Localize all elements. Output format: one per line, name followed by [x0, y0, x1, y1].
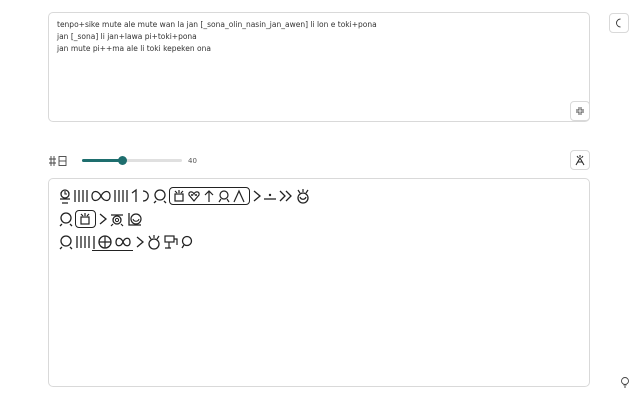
glyph-sike: [74, 190, 88, 202]
glyph-wan: [131, 188, 137, 202]
input-textarea[interactable]: tenpo+sike mute ale mute wan la jan [_so…: [48, 12, 590, 122]
slider-fill: [82, 159, 122, 162]
glyph-li: [99, 213, 108, 225]
font-size-slider[interactable]: [82, 154, 182, 168]
glyph-ona: [181, 235, 193, 249]
output-line: [58, 209, 145, 229]
pi-phrase: [92, 233, 133, 251]
glyph-tenpo: [60, 189, 70, 204]
glyph-toki-pona: [297, 189, 309, 204]
theme-toggle-button[interactable]: [609, 13, 629, 33]
name-cartouche: [169, 187, 250, 205]
glyph-jan: [153, 189, 167, 204]
glyph-pi: [93, 235, 95, 249]
glyph-jan-lawa: [110, 214, 124, 227]
font-size-value: 40: [188, 157, 197, 165]
glyph-e: [279, 190, 292, 202]
glyph-mute: [76, 236, 90, 248]
output-display: [48, 178, 590, 387]
style-toggle-icon: [575, 155, 585, 166]
glyph-jan: [59, 212, 73, 227]
input-line: jan mute pi++ma ale li toki kepeken ona: [57, 44, 211, 53]
glyph-ale: [115, 237, 131, 246]
font-size-icon: [49, 156, 67, 166]
glyph-la: [142, 190, 149, 202]
glyph-jan: [59, 235, 73, 250]
lightbulb-icon[interactable]: [619, 376, 631, 388]
glyph-li: [253, 190, 262, 202]
collapse-icon: [576, 107, 584, 115]
moon-icon: [616, 18, 621, 28]
glyph-olin: [188, 191, 200, 202]
glyph-lon: [264, 193, 276, 200]
glyph-ma: [98, 234, 112, 249]
slider-thumb[interactable]: [117, 156, 127, 165]
glyph-sona: [174, 190, 184, 202]
glyph-li: [136, 236, 145, 248]
name-cartouche: [75, 210, 96, 228]
glyph-sona: [80, 213, 90, 225]
input-line: tenpo+sike mute ale mute wan la jan [_so…: [57, 20, 377, 29]
input-text[interactable]: tenpo+sike mute ale mute wan la jan [_so…: [57, 19, 559, 55]
font-size-controls: 40: [48, 154, 197, 168]
glyph-jan-2: [218, 190, 230, 203]
glyph-ale: [114, 190, 128, 202]
output-line: [58, 186, 312, 206]
glyph-mute: [91, 190, 111, 202]
input-line: jan [_sona] li jan+lawa pi+toki+pona: [57, 32, 197, 41]
style-toggle-button[interactable]: [570, 150, 590, 170]
output-line: [58, 232, 195, 252]
glyph-pi-toki-pona: [128, 213, 142, 226]
glyph-nasin: [204, 190, 214, 202]
collapse-button[interactable]: [570, 101, 590, 121]
glyph-kepeken: [164, 235, 178, 249]
glyph-awen: [233, 189, 245, 203]
glyph-toki: [148, 235, 160, 250]
